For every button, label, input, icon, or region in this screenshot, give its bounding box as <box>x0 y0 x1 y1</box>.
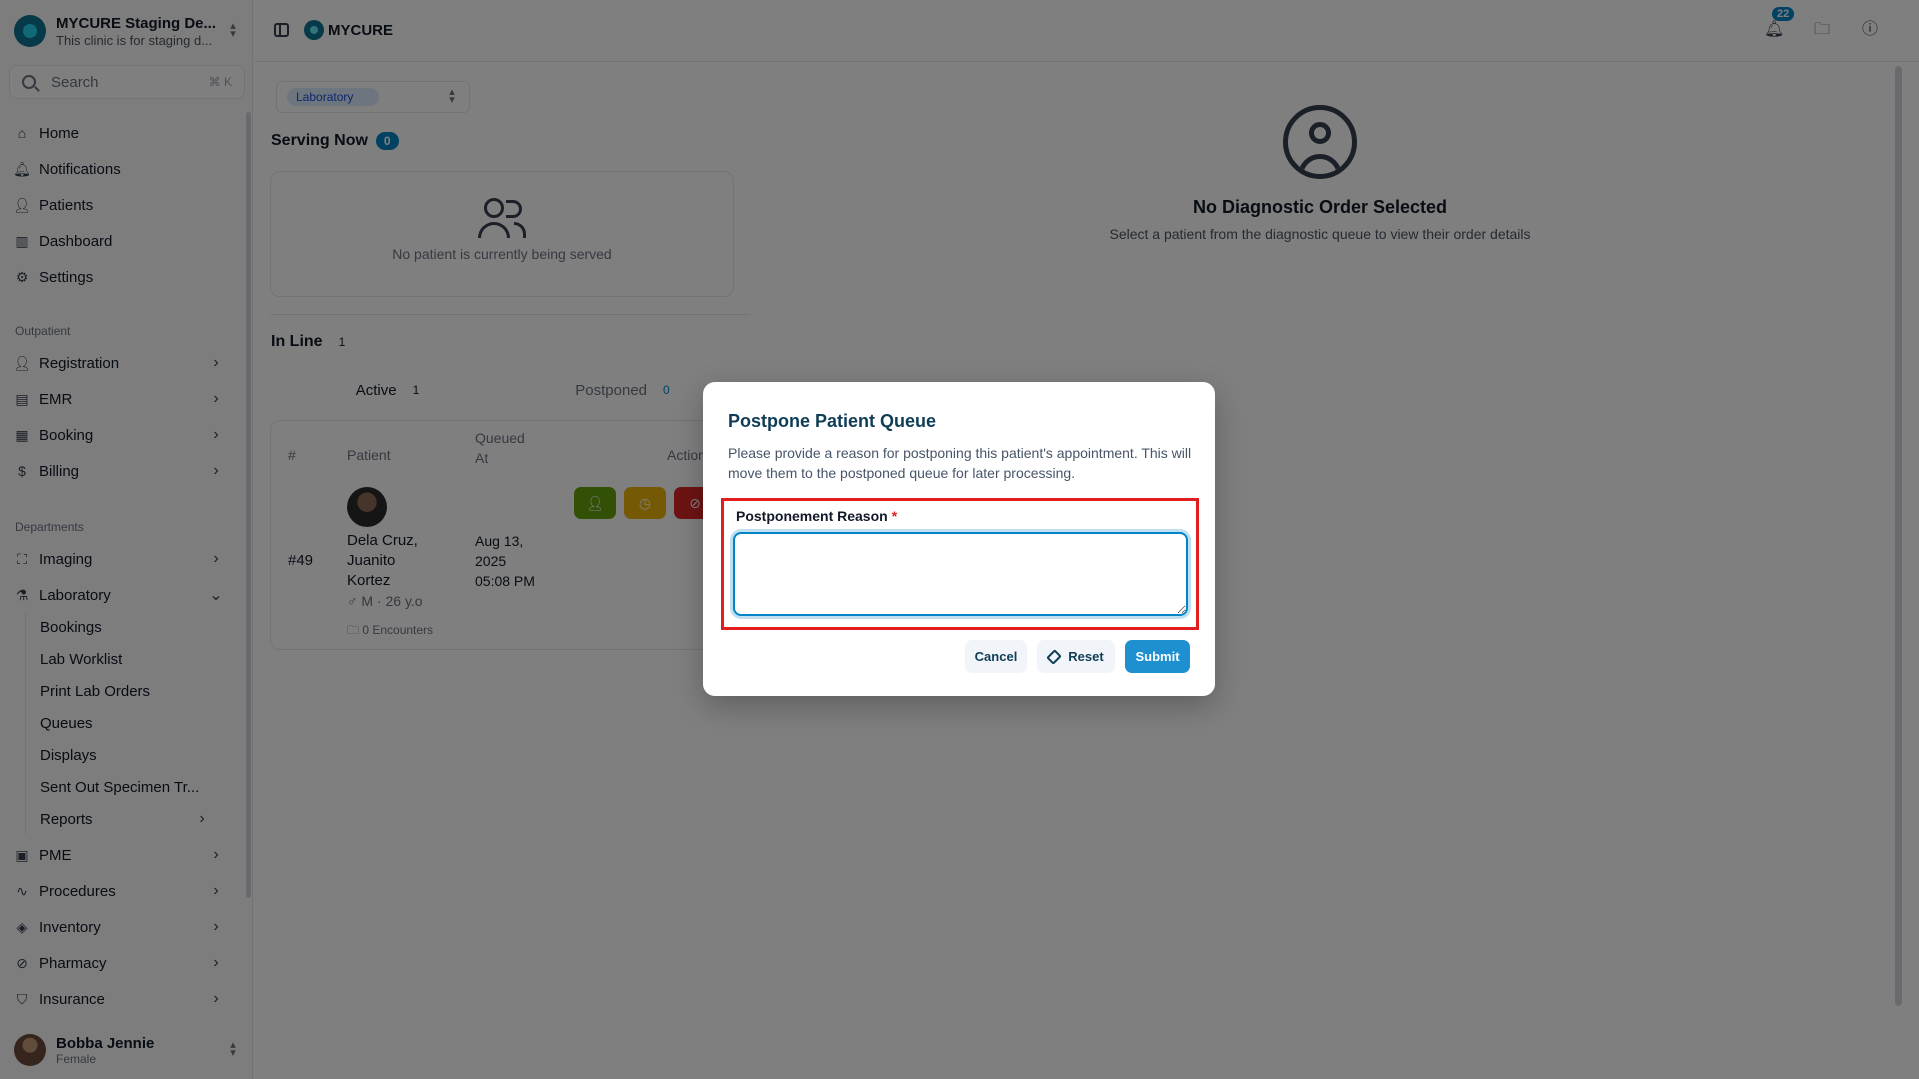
postponement-reason-label: Postponement Reason * <box>736 508 898 524</box>
dialog-description: Please provide a reason for postponing t… <box>728 445 1192 481</box>
cancel-button[interactable]: Cancel <box>965 640 1027 673</box>
dialog-title: Postpone Patient Queue <box>728 411 937 431</box>
reset-button[interactable]: Reset <box>1037 640 1115 673</box>
submit-button[interactable]: Submit <box>1125 640 1190 673</box>
eraser-icon <box>1046 648 1063 665</box>
reset-label: Reset <box>1068 649 1104 664</box>
postponement-reason-input[interactable] <box>733 532 1188 616</box>
postpone-dialog: Postpone Patient Queue Please provide a … <box>703 382 1215 696</box>
required-mark: * <box>891 508 898 524</box>
